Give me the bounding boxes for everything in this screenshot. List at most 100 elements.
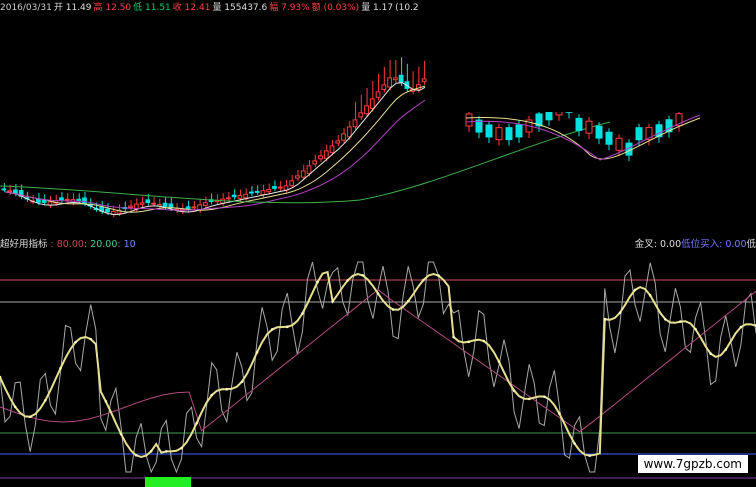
- main-line-point: [648, 294, 652, 297]
- indicator-value: : 20.00: [83, 239, 118, 250]
- indicator-right-value: 低位买入: 0.00: [681, 239, 747, 250]
- main-line-point: [573, 442, 576, 445]
- candle-body: [289, 180, 295, 186]
- main-line-point: [59, 367, 62, 370]
- candle-body: [47, 201, 53, 206]
- candle-body: [64, 198, 70, 201]
- main-line-point: [28, 415, 32, 419]
- candle-body: [128, 205, 133, 208]
- indicator-right-value: 金叉: 0.00: [634, 239, 682, 250]
- candle-body: [346, 126, 352, 138]
- candle-body: [266, 188, 272, 193]
- candle-body: [226, 197, 231, 200]
- indicator-panel[interactable]: 超好用指标 : 80.00: 20.00: 10 金叉: 0.00低位买入: 0…: [0, 232, 756, 487]
- signal-line: [0, 288, 756, 433]
- indicator-value: : 10: [117, 239, 136, 250]
- candle-body: [13, 189, 18, 194]
- main-line-point: [149, 449, 153, 453]
- candle-body: [364, 105, 369, 115]
- candle-body: [495, 127, 503, 141]
- candle-body: [249, 191, 254, 194]
- candle-body: [381, 84, 387, 91]
- watermark: www.7gpzb.com: [637, 455, 748, 473]
- candle-body: [139, 202, 145, 205]
- candle-body: [185, 206, 191, 210]
- candle-body: [82, 197, 87, 204]
- candle-body: [260, 190, 266, 196]
- candle-body: [202, 202, 208, 206]
- main-line-point: [467, 340, 471, 344]
- oscillator-chart[interactable]: [0, 232, 756, 487]
- main-line-point: [391, 308, 395, 311]
- candle-body: [375, 91, 381, 98]
- main-line-point: [134, 453, 138, 457]
- main-line-point: [225, 387, 229, 391]
- main-line-point: [331, 300, 334, 303]
- main-line-point: [376, 292, 380, 295]
- blank-region: [435, 0, 756, 112]
- main-line-point: [180, 446, 183, 450]
- price-panel[interactable]: 2016/03/31 开 11.49 高 12.50 低 11.51 收 12.41 量 …: [0, 0, 756, 232]
- main-line-point: [346, 279, 350, 282]
- main-line-point: [618, 311, 622, 315]
- main-line-point: [437, 274, 440, 277]
- indicator-legend-right: 金叉: 0.00低位买入: 0.00低: [635, 236, 756, 250]
- candle-body: [329, 145, 335, 153]
- buy-signal-bar: [145, 477, 191, 487]
- main-line-point: [165, 450, 168, 453]
- candle-body: [312, 160, 318, 165]
- main-line-point: [13, 405, 17, 409]
- candle-body: [575, 117, 583, 131]
- main-line-point: [709, 352, 712, 355]
- main-line-point: [663, 318, 667, 321]
- main-line-point: [482, 339, 486, 343]
- candle-body: [254, 190, 260, 193]
- main-line: [0, 270, 756, 459]
- candle-body: [515, 124, 523, 138]
- main-line-point: [301, 312, 304, 315]
- candle-body: [505, 127, 513, 141]
- main-line-point: [739, 325, 743, 329]
- main-line-point: [119, 432, 123, 436]
- candle-body: [605, 131, 613, 145]
- candle-body: [392, 77, 398, 81]
- candle-body: [318, 155, 323, 160]
- candle-body: [485, 124, 493, 138]
- candle-body: [358, 112, 364, 118]
- main-line-point: [633, 288, 637, 292]
- main-line-point: [104, 400, 108, 403]
- candle-body: [300, 170, 306, 178]
- candle-body: [76, 198, 82, 202]
- candle-body: [295, 175, 300, 179]
- candle-body: [323, 150, 329, 159]
- candle-body: [398, 74, 404, 84]
- main-line-point: [74, 340, 77, 344]
- candle-body: [59, 197, 64, 201]
- candle-body: [335, 140, 341, 144]
- main-line-point: [361, 274, 365, 277]
- main-line-point: [694, 327, 697, 331]
- candle-body: [7, 190, 13, 193]
- main-line-point: [679, 320, 682, 323]
- candle-body: [341, 133, 346, 141]
- candle-body: [352, 119, 358, 128]
- candle-body: [277, 186, 283, 189]
- main-line-point: [406, 299, 410, 303]
- indicator-name: 超好用指标: [0, 239, 48, 250]
- main-line-point: [285, 325, 289, 329]
- candle-body: [151, 202, 156, 205]
- candle-body: [145, 199, 151, 204]
- candle-body: [162, 202, 168, 207]
- candle-body: [615, 137, 623, 151]
- main-line-point: [195, 421, 198, 425]
- candle-body: [105, 208, 110, 213]
- main-line-point: [44, 398, 47, 402]
- main-line-point: [422, 278, 425, 282]
- main-line-point: [588, 454, 591, 457]
- candle-body: [231, 194, 237, 198]
- candle-body: [306, 165, 312, 174]
- main-line-point: [512, 389, 516, 392]
- candle-body: [237, 194, 243, 199]
- main-line-point: [316, 280, 319, 284]
- candle-body: [41, 199, 47, 203]
